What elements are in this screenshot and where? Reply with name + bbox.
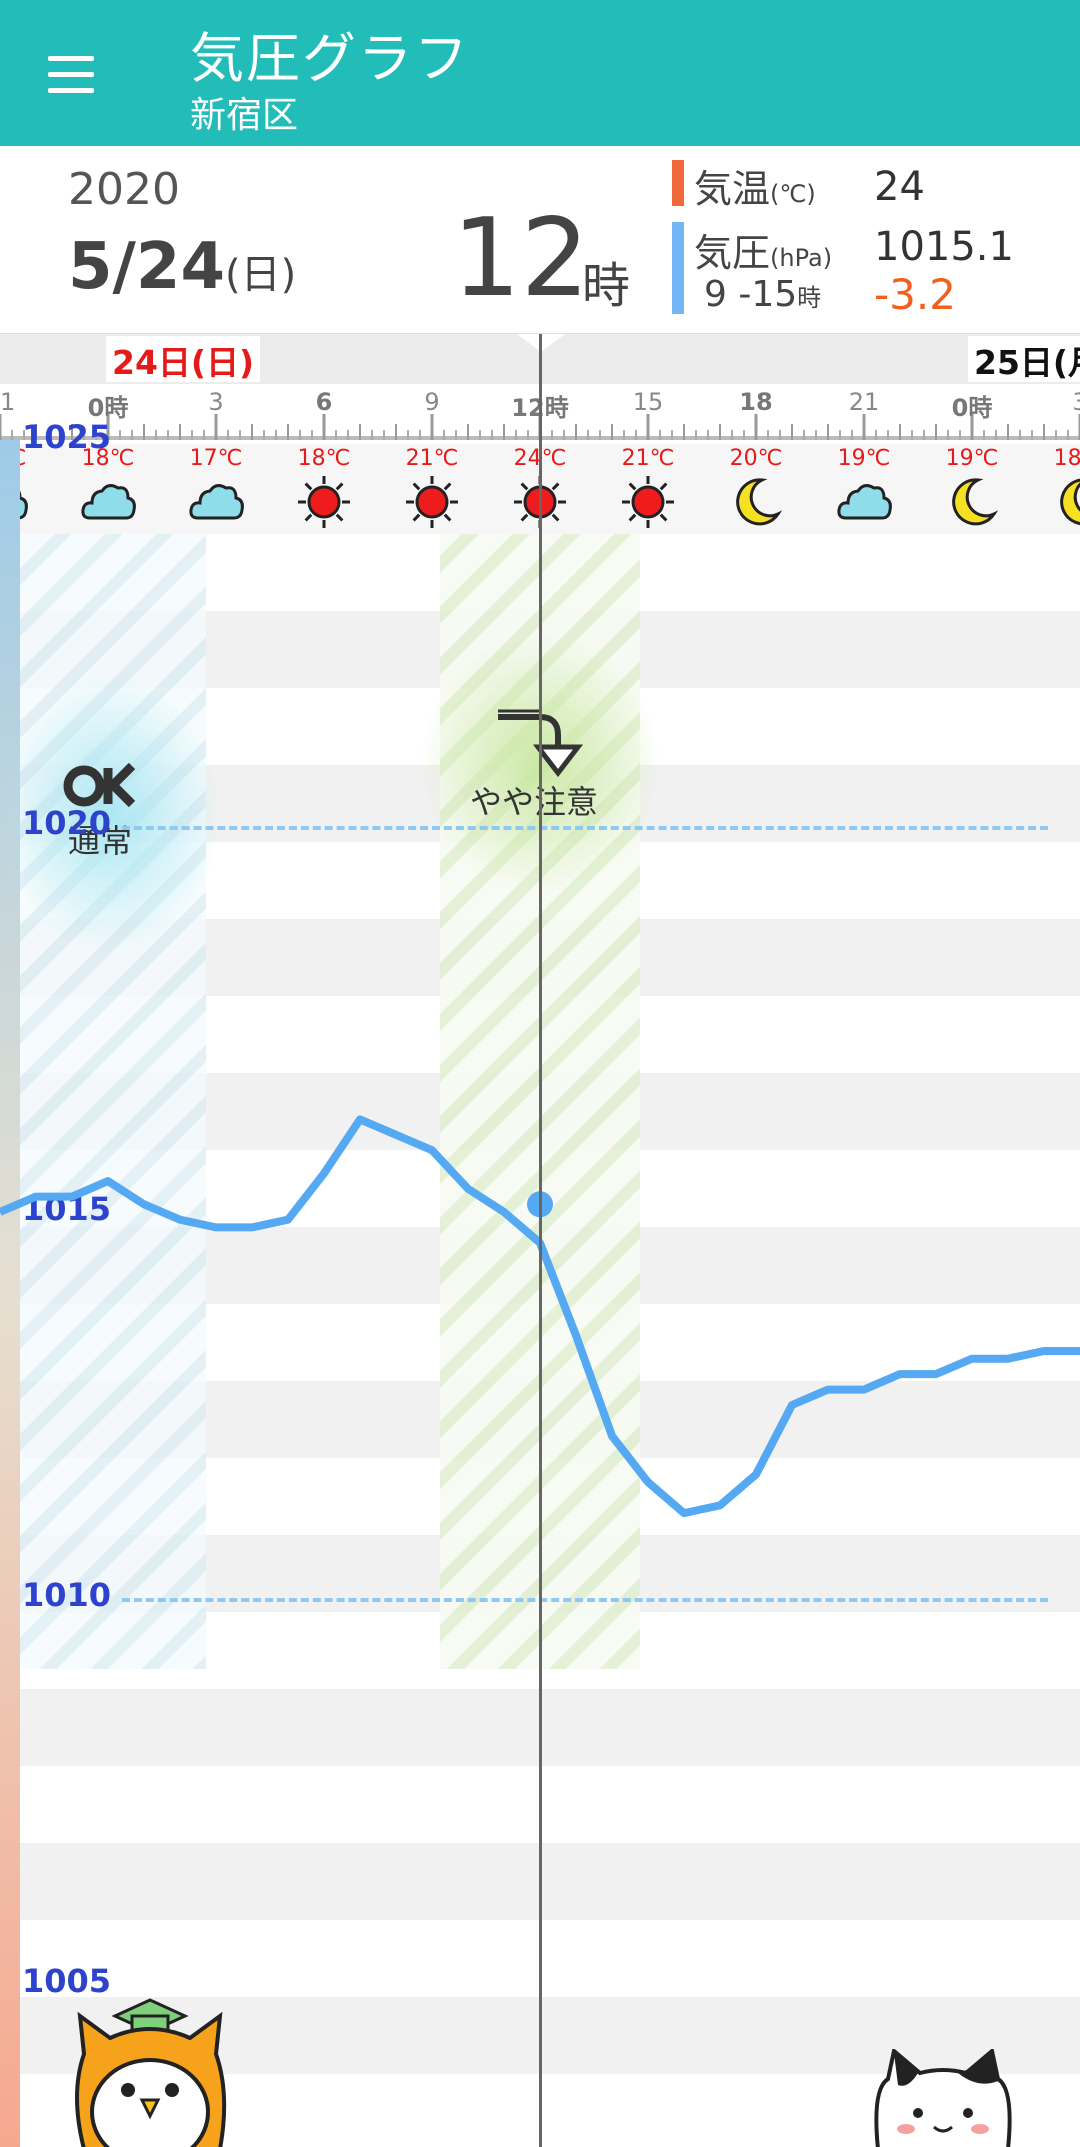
- pressure-point: [719, 1504, 721, 1507]
- pressure-range: 9 -15時: [704, 274, 821, 315]
- hour-unit: 時: [582, 258, 631, 314]
- pressure-diff: -3.2: [874, 270, 956, 319]
- pressure-point: [1007, 1357, 1009, 1360]
- pressure-unit: (hPa): [770, 244, 833, 272]
- temp-color-bar: [672, 160, 684, 206]
- pressure-point: [791, 1404, 793, 1406]
- pressure-point: [107, 1180, 109, 1183]
- date-value: 5/24: [68, 230, 225, 304]
- info-panel: 2020 5/24(日) 12 時 気温(℃) 24 気圧(hPa) 1015.…: [0, 146, 1080, 334]
- temp-value: 24: [874, 164, 925, 210]
- pressure-point: [71, 1195, 73, 1198]
- pressure-point: [575, 1334, 577, 1337]
- pressure-value: 1015.1: [874, 224, 1014, 270]
- pressure-point: [863, 1388, 865, 1391]
- date-label: 5/24(日): [68, 230, 296, 304]
- pressure-point: [1043, 1349, 1045, 1352]
- pressure-point: [971, 1357, 973, 1360]
- app-bar: 気圧グラフ 新宿区: [0, 0, 1080, 146]
- pressure-point: [683, 1512, 685, 1515]
- pressure-label-text: 気圧: [694, 231, 771, 275]
- pressure-point: [899, 1373, 901, 1376]
- pressure-point: [35, 1195, 37, 1198]
- menu-icon[interactable]: [44, 50, 100, 98]
- pressure-graph[interactable]: 24日(日) 25日(月 210時36912時1518210時3 18℃18℃1…: [0, 334, 1080, 2147]
- pressure-point: [431, 1149, 433, 1152]
- pressure-point: [755, 1473, 757, 1476]
- pressure-point: [287, 1218, 289, 1221]
- pressure-point: [215, 1226, 217, 1229]
- owl-mascot-icon: [75, 1998, 227, 2147]
- pressure-point: [179, 1218, 181, 1221]
- location-label: 新宿区: [190, 95, 299, 136]
- temp-label-text: 気温: [694, 167, 771, 211]
- range-unit: 時: [797, 284, 822, 312]
- temp-unit: (℃): [770, 180, 816, 208]
- pressure-point: [143, 1203, 145, 1206]
- pressure-point: [935, 1373, 937, 1376]
- temp-label: 気温(℃): [694, 158, 816, 213]
- year-label: 2020: [68, 164, 180, 215]
- pressure-point: [647, 1481, 649, 1484]
- weekday-label: (日): [224, 252, 297, 298]
- pressure-point: [467, 1187, 469, 1190]
- pressure-point: [503, 1211, 505, 1213]
- pressure-point: [611, 1434, 613, 1437]
- app-title: 気圧グラフ: [190, 27, 470, 90]
- pressure-point: [395, 1133, 397, 1136]
- pressure-point: [359, 1118, 361, 1121]
- cat-mascot-icon: [874, 2049, 1012, 2147]
- pressure-point: [827, 1388, 829, 1391]
- current-time-line[interactable]: [539, 334, 542, 2147]
- range-text: 9 -15: [704, 274, 798, 315]
- hour-value: 12: [452, 196, 590, 321]
- pressure-color-bar: [672, 222, 684, 314]
- pressure-point: [323, 1172, 325, 1175]
- pressure-point: [251, 1226, 253, 1229]
- pressure-label: 気圧(hPa): [694, 222, 832, 277]
